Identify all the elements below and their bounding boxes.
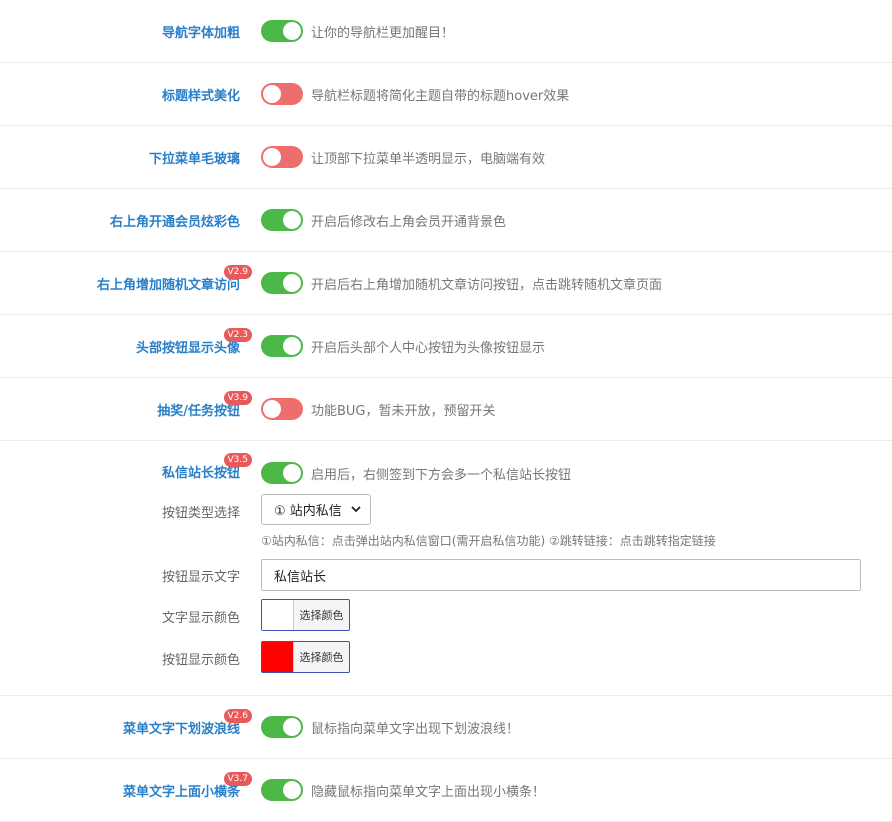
setting-description: 鼠标指向菜单文字出现下划波浪线！ — [311, 721, 520, 737]
settings-row: 下拉菜单毛玻璃 让顶部下拉菜单半透明显示，电脑端有效 — [0, 126, 892, 189]
settings-list: 导航字体加粗 让你的导航栏更加醒目！ 标题样式美化 导航栏标题将简化主题自带的标题ho… — [0, 0, 892, 822]
setting-description: 开启后头部个人中心按钮为头像按钮显示 — [311, 340, 546, 356]
setting-label-text: 头部按钮显示头像 — [135, 340, 240, 356]
setting-description: 开启后修改右上角会员开通背景色 — [311, 214, 507, 230]
switch-knob — [283, 211, 301, 229]
setting-label: 菜单文字上面小横条 V3.7 — [122, 759, 252, 821]
text-color-label: 文字显示颜色 — [161, 611, 240, 626]
version-badge: V2.3 — [223, 327, 252, 342]
switch-knob — [283, 781, 301, 799]
button-color-label: 按钮显示颜色 — [161, 653, 240, 668]
switch-knob — [263, 85, 281, 103]
setting-description: 启用后，右侧签到下方会多一个私信站长按钮 — [311, 467, 572, 483]
toggle-switch[interactable] — [261, 20, 303, 42]
settings-row: 标题样式美化 导航栏标题将简化主题自带的标题hover效果 — [0, 63, 892, 126]
settings-row-private-message: 私信站长按钮 V3.5 启用后，右侧签到下方会多一个私信站长按钮 按钮类型选择 … — [0, 441, 892, 696]
setting-label-text: 私信站长按钮 — [161, 466, 240, 481]
setting-label-text: 抽奖/任务按钮 — [157, 403, 240, 419]
button-type-value: ① 站内私信 — [274, 504, 342, 519]
setting-label-text: 菜单文字下划波浪线 — [122, 721, 240, 737]
setting-description: 让顶部下拉菜单半透明显示，电脑端有效 — [311, 151, 546, 167]
settings-row: 菜单文字下划波浪线 V2.6 鼠标指向菜单文字出现下划波浪线！ — [0, 696, 892, 759]
settings-row: 抽奖/任务按钮 V3.9 功能BUG，暂未开放，预留开关 — [0, 378, 892, 441]
color-swatch — [262, 600, 293, 630]
toggle-switch[interactable] — [261, 272, 303, 294]
version-badge: V3.5 — [223, 453, 252, 467]
toggle-switch[interactable] — [261, 83, 303, 105]
text-color-picker[interactable]: 选择颜色 — [261, 599, 350, 631]
settings-row: 右上角增加随机文章访问 V2.9 开启后右上角增加随机文章访问按钮，点击跳转随机文章… — [0, 252, 892, 315]
setting-label-text: 右上角增加随机文章访问 — [96, 277, 240, 293]
setting-label: 头部按钮显示头像 V2.3 — [135, 315, 252, 377]
button-type-select[interactable]: ① 站内私信 — [261, 494, 371, 525]
color-swatch — [262, 642, 293, 672]
toggle-switch[interactable] — [261, 462, 303, 484]
toggle-switch[interactable] — [261, 779, 303, 801]
setting-label: 导航字体加粗 — [162, 0, 240, 62]
setting-description: 功能BUG，暂未开放，预留开关 — [311, 403, 496, 419]
button-color-picker[interactable]: 选择颜色 — [261, 641, 350, 673]
setting-label: 菜单文字下划波浪线 V2.6 — [122, 696, 252, 758]
setting-label: 私信站长按钮 V3.5 — [161, 453, 252, 481]
settings-row: 右上角开通会员炫彩色 开启后修改右上角会员开通背景色 — [0, 189, 892, 252]
toggle-switch[interactable] — [261, 398, 303, 420]
version-badge: V3.9 — [223, 390, 252, 405]
switch-knob — [283, 464, 301, 482]
setting-description: 导航栏标题将简化主题自带的标题hover效果 — [311, 88, 570, 104]
button-type-label: 按钮类型选择 — [161, 506, 240, 521]
setting-label: 标题样式美化 — [162, 63, 240, 125]
setting-label: 右上角增加随机文章访问 V2.9 — [96, 252, 252, 314]
color-picker-label: 选择颜色 — [293, 642, 349, 672]
setting-label-text: 右上角开通会员炫彩色 — [109, 214, 240, 230]
setting-description: 开启后右上角增加随机文章访问按钮，点击跳转随机文章页面 — [311, 277, 663, 293]
button-text-label: 按钮显示文字 — [161, 570, 240, 585]
settings-row: 导航字体加粗 让你的导航栏更加醒目！ — [0, 0, 892, 63]
setting-label: 抽奖/任务按钮 V3.9 — [157, 378, 252, 440]
settings-row: 头部按钮显示头像 V2.3 开启后头部个人中心按钮为头像按钮显示 — [0, 315, 892, 378]
switch-knob — [283, 718, 301, 736]
setting-description: 让你的导航栏更加醒目！ — [311, 25, 455, 41]
setting-label-text: 下拉菜单毛玻璃 — [148, 151, 240, 167]
setting-label: 下拉菜单毛玻璃 — [149, 126, 240, 188]
toggle-switch[interactable] — [261, 716, 303, 738]
setting-label: 右上角开通会员炫彩色 — [110, 189, 240, 251]
toggle-switch[interactable] — [261, 335, 303, 357]
setting-label-text: 标题样式美化 — [161, 88, 240, 104]
switch-knob — [283, 274, 301, 292]
version-badge: V2.6 — [223, 708, 252, 723]
version-badge: V3.7 — [223, 771, 252, 786]
settings-row: 菜单文字上面小横条 V3.7 隐藏鼠标指向菜单文字上面出现小横条！ — [0, 759, 892, 822]
chevron-down-icon — [350, 503, 362, 518]
color-picker-label: 选择颜色 — [293, 600, 349, 630]
toggle-switch[interactable] — [261, 146, 303, 168]
toggle-switch[interactable] — [261, 209, 303, 231]
button-type-hint: ①站内私信：点击弹出站内私信窗口(需开启私信功能) ②跳转链接：点击跳转指定链接 — [261, 534, 716, 548]
switch-knob — [263, 148, 281, 166]
version-badge: V2.9 — [223, 264, 252, 279]
switch-knob — [263, 400, 281, 418]
switch-knob — [283, 22, 301, 40]
setting-description: 隐藏鼠标指向菜单文字上面出现小横条！ — [311, 784, 546, 800]
setting-label-text: 菜单文字上面小横条 — [122, 784, 240, 800]
setting-label-text: 导航字体加粗 — [161, 25, 240, 41]
button-text-input[interactable] — [261, 559, 861, 591]
switch-knob — [283, 337, 301, 355]
